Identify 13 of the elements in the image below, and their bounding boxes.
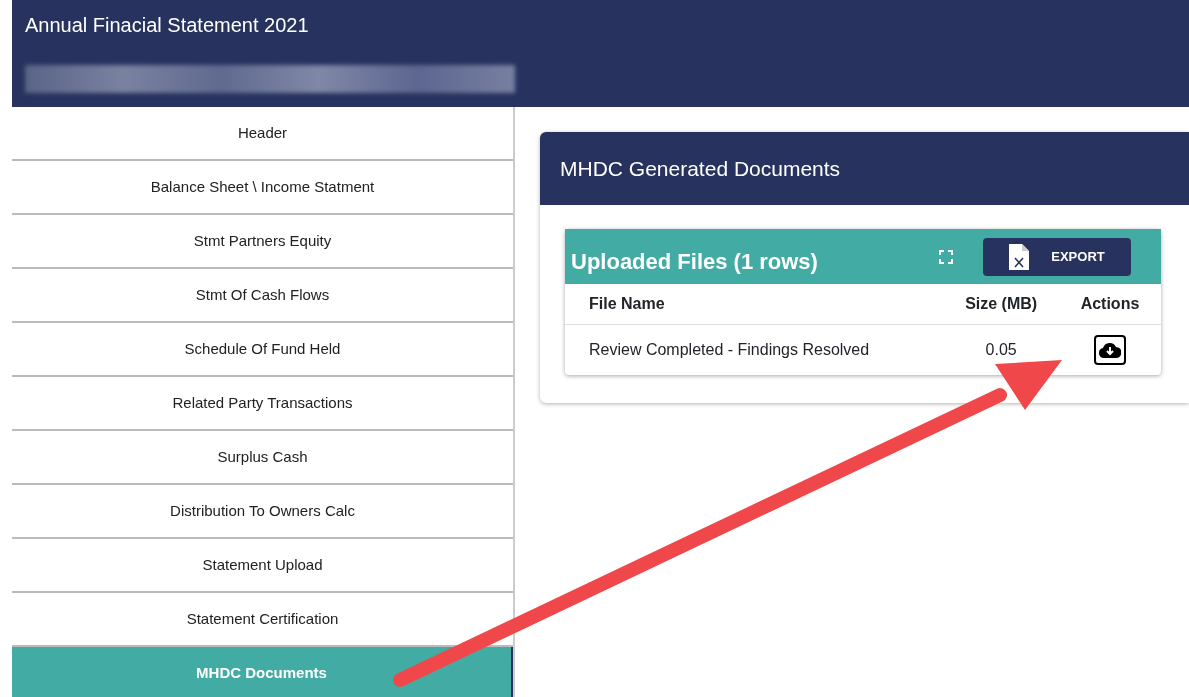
table-cell: Review Completed - Findings Resolved — [565, 324, 932, 375]
download-button[interactable] — [1093, 335, 1126, 365]
panel-title: MHDC Generated Documents — [540, 132, 1189, 205]
page-title: Annual Finacial Statement 2021 — [25, 13, 310, 38]
column-header: File Name — [565, 284, 932, 325]
excel-file-icon — [1009, 243, 1030, 270]
export-button[interactable]: EXPORT — [983, 237, 1131, 276]
fullscreen-icon[interactable] — [939, 249, 953, 264]
column-header: Size (MB) — [931, 284, 1047, 325]
cloud-download-icon — [1098, 342, 1121, 358]
column-header: Actions — [1046, 284, 1161, 325]
files-title: Uploaded Files (1 rows) — [571, 248, 818, 276]
table-cell: 0.05 — [931, 324, 1047, 375]
